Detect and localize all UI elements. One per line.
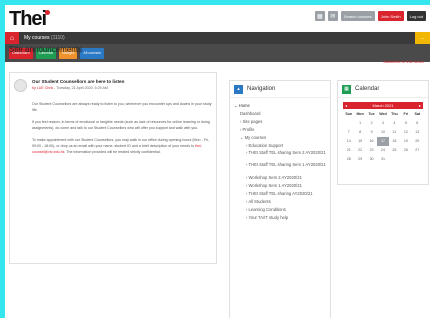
post-paragraph: To make appointment with our Student Cou… [32,138,209,154]
calendar-day[interactable]: 29 [354,155,365,164]
my-courses-menu[interactable]: My courses (1110) [24,35,65,41]
search-courses-button[interactable]: Search courses [340,11,375,21]
post-paragraph: If you feel reason, in terms of emotiona… [32,120,210,130]
main-navbar: ⌂ My courses (1110) ... [5,32,430,44]
calendar-day[interactable]: 18 [389,137,400,146]
post-meta: by LUE Chris - Tuesday, 21 April 2020, 5… [32,86,108,90]
calendar-day[interactable]: 7 [343,128,354,137]
calendar-day[interactable]: 16 [366,137,377,146]
calendar-day[interactable]: 9 [366,128,377,137]
calendar-block: ▦ Calendar ◂ March 2021 ▸ Sun Mon Tue Wed Th… [337,80,429,185]
next-month-icon[interactable]: ▸ [419,103,421,108]
nav-item[interactable]: Dashboard [234,110,330,118]
calendar-day [400,155,411,164]
calendar-day[interactable]: 6 [412,119,423,128]
logout-button[interactable]: Log out [406,11,426,21]
calendar-weekday: Tue [368,112,375,116]
calendar-day[interactable]: 28 [343,155,354,164]
navigation-icon: ▴ [234,84,243,94]
calendar-day[interactable]: 31 [377,155,388,164]
nav-item[interactable]: › THEI Staff TEL sharing Sem 2 AY2020/21 [234,150,330,162]
home-icon[interactable]: ⌂ [5,32,19,44]
calendar-day[interactable]: 12 [400,128,411,137]
calendar-day[interactable]: 25 [389,146,400,155]
calendar-day[interactable]: 5 [400,119,411,128]
calendar-day [389,155,400,164]
post-author-link[interactable]: by LUE Chris [32,86,53,90]
nav-item[interactable]: › Workshop Sem 2 AY2020/21 [234,174,330,182]
avatar[interactable] [14,79,27,92]
nav-item[interactable]: › THEI Staff TEL sharing AY2020/21 [234,190,330,198]
calendar-day[interactable]: 11 [389,128,400,137]
post-body: Our Student Counsellors are always ready… [32,101,212,161]
user-menu-button[interactable]: John Smith [377,11,404,21]
nav-item[interactable]: › Your TA/IT study help [234,214,330,222]
calendar-day[interactable]: 30 [366,155,377,164]
calendar-weekday: Sat [414,112,421,116]
calendar-month-bar: ◂ March 2021 ▸ [343,102,423,109]
navbar-toggle-button[interactable]: ... [415,32,430,44]
calendar-weekday: Sun [345,112,353,116]
calendar-day[interactable]: 22 [354,146,365,155]
calendar-day [343,119,354,128]
calendar-weekday: Wed [379,112,387,116]
all-courses-button[interactable]: All courses [80,47,104,59]
page-title: Site announcements [9,45,82,54]
calendar-day[interactable]: 24 [377,146,388,155]
post-paragraph: Our Student Counsellors are always ready… [32,102,212,112]
calendar-title: Calendar [355,86,380,92]
navigation-tree: ⌄ Home Dashboard › Site pages › Profile ⌄ My… [230,98,330,222]
calendar-day[interactable]: 17 [377,137,389,146]
calendar-day[interactable]: 14 [343,137,354,146]
site-logo[interactable]: Thei [9,8,50,31]
nav-item[interactable]: › All Students [234,198,330,206]
post-date: - Tuesday, 21 April 2020, 5:29 AM [53,86,108,90]
chat-icon[interactable]: ✉ [327,11,338,21]
calendar-day[interactable]: 8 [354,128,365,137]
post-title[interactable]: Our Student Counsellors are here to list… [32,79,124,84]
calendar-day[interactable]: 20 [412,137,423,146]
calendar-month: March 2021 [372,103,394,108]
nav-item[interactable]: › Education Support [234,142,330,150]
nav-item[interactable]: ⌄ My courses [234,134,330,142]
calendar-weekday: Thu [391,112,398,116]
nav-item[interactable]: › THEI Staff TEL sharing Sem 1 AY2020/21 [234,162,330,174]
calendar-day[interactable]: 26 [400,146,411,155]
grid-icon[interactable]: ▦ [314,11,325,21]
navigation-header: ▴ Navigation [230,81,330,98]
calendar-day [412,155,423,164]
logo-dot [45,10,50,15]
calendar-weekday: Fri [403,112,409,116]
navigation-block: ▴ Navigation ⌄ Home Dashboard › Site pages… [229,80,331,318]
calendar-day[interactable]: 13 [412,128,423,137]
calendar-day[interactable]: 3 [377,119,388,128]
calendar-day[interactable]: 10 [377,128,388,137]
calendar-day[interactable]: 19 [400,137,411,146]
calendar-day[interactable]: 2 [366,119,377,128]
nav-item[interactable]: › Learning Conditions [234,206,330,214]
prev-month-icon[interactable]: ◂ [345,103,347,108]
calendar-day[interactable]: 23 [366,146,377,155]
site-header: Thei ▦ ✉ Search courses John Smith Log o… [5,5,430,32]
calendar-grid: Sun Mon Tue Wed Thu Fri Sat 1 2 3 4 5 6 7 8 9 10 11 12 13 14… [343,110,423,164]
nav-item[interactable]: › Profile [234,126,330,134]
calendar-day[interactable]: 4 [389,119,400,128]
subscribe-link[interactable]: Subscribe to this forum [383,59,424,64]
calendar-day[interactable]: 21 [343,146,354,155]
calendar-day[interactable]: 27 [412,146,423,155]
calendar-header: ▦ Calendar [338,81,428,98]
header-actions: ▦ ✉ Search courses John Smith Log out [314,11,426,21]
forum-post: Our Student Counsellors are here to list… [9,72,217,264]
nav-item[interactable]: › Site pages [234,118,330,126]
calendar-weekday: Mon [356,112,364,116]
calendar-day[interactable]: 15 [354,137,365,146]
calendar-day[interactable]: 1 [354,119,365,128]
calendar-icon: ▦ [342,84,351,94]
nav-item[interactable]: › Workshop Sem 1 AY2020/21 [234,182,330,190]
page: Thei ▦ ✉ Search courses John Smith Log o… [5,5,430,318]
navigation-title: Navigation [247,86,276,92]
nav-item[interactable]: ⌄ Home [234,102,330,110]
